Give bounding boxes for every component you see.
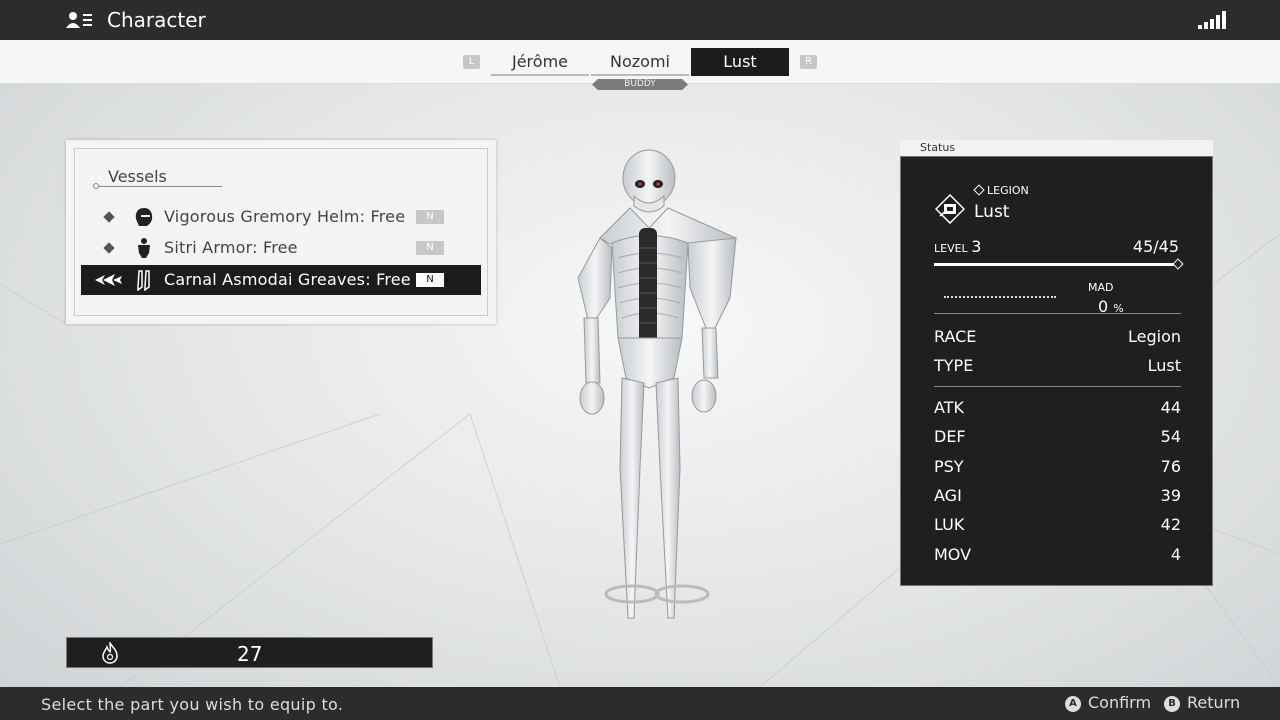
r-shoulder-button[interactable]: R [800,55,817,69]
type-row: TYPE Lust [934,356,1181,380]
character-name: Lust [974,202,1010,222]
stat-value: 76 [1160,457,1181,476]
vessels-panel: Vessels Vigorous Gremory Helm: Free N Si… [66,140,496,324]
hp-value: 45/45 [1132,237,1179,256]
stat-row-mov: MOV 4 [934,545,1181,569]
bullet-diamond-icon [103,242,115,254]
tab-nozomi[interactable]: Nozomi [591,48,689,76]
stat-label: AGI [934,486,962,505]
stat-label: LUK [934,515,965,534]
race-value: Legion [1127,327,1181,346]
help-hint: Select the part you wish to equip to. [41,695,344,714]
race-row: RACE Legion [934,327,1181,351]
buddy-tag: BUDDY [592,79,688,90]
counter-value: 27 [237,642,263,666]
divider [934,386,1181,387]
race-tag: LEGION [973,184,1029,197]
stat-row-def: DEF 54 [934,427,1181,451]
hp-bar [934,263,1178,266]
legion-emblem-icon [935,194,965,224]
new-badge: N [416,210,444,224]
status-title: Status [920,141,956,154]
stat-row-luk: LUK 42 [934,515,1181,539]
status-header: Status [900,140,1213,156]
vessel-item-greaves[interactable]: Carnal Asmodai Greaves: Free N [81,265,481,295]
divider-dot [93,183,99,189]
tab-lust[interactable]: Lust [691,48,789,76]
confirm-label[interactable]: Confirm [1088,693,1151,712]
character-model [577,149,738,619]
stat-row-atk: ATK 44 [934,398,1181,422]
level-label: LEVEL [934,242,968,255]
stat-label: DEF [934,427,966,446]
profile-card-icon [66,12,92,28]
race-tag-label: LEGION [987,184,1029,197]
footer-bar: Select the part you wish to equip to. A … [0,687,1280,720]
counter-bar: 27 [66,637,433,668]
vessels-title: Vessels [108,167,167,186]
a-button-icon[interactable]: A [1065,696,1081,712]
stat-value: 42 [1160,515,1181,534]
vessel-item-armor[interactable]: Sitri Armor: Free N [81,233,481,263]
vessel-label: Carnal Asmodai Greaves: Free [164,270,411,289]
mad-gauge [944,296,1056,298]
helm-icon [135,208,153,226]
bullet-diamond-icon [103,211,115,223]
page-title: Character [107,8,206,32]
stat-label: ATK [934,398,964,417]
stat-value: 54 [1160,427,1181,446]
stat-row-psy: PSY 76 [934,457,1181,481]
level-value: 3 [971,237,982,256]
stat-value: 4 [1170,545,1181,564]
stat-label: MOV [934,545,972,564]
new-badge: N [416,273,444,287]
diamond-icon [973,184,985,196]
stat-value: 39 [1160,486,1181,505]
vessel-label: Sitri Armor: Free [164,238,298,257]
stat-value: 44 [1160,398,1181,417]
return-label[interactable]: Return [1187,693,1240,712]
new-badge: N [416,241,444,255]
flame-icon [102,642,118,664]
selection-pointer-icon [95,274,122,286]
header-bar: Character [0,0,1280,40]
greaves-icon [137,270,150,291]
type-value: Lust [1147,356,1181,375]
vessel-label: Vigorous Gremory Helm: Free [164,207,406,226]
vessel-item-helm[interactable]: Vigorous Gremory Helm: Free N [81,202,481,232]
character-tab-strip: L Jérôme Nozomi Lust R [0,40,1280,84]
signal-bars-icon [1198,11,1226,29]
hp-bar-end-diamond [1172,258,1184,270]
type-label: TYPE [934,356,974,375]
level-readout: LEVEL 3 [934,237,981,256]
status-body: LEGION Lust LEVEL 3 45/45 MAD 0 % RACE L… [900,156,1213,586]
race-label: RACE [934,327,977,346]
b-button-icon[interactable]: B [1164,696,1180,712]
stat-label: PSY [934,457,964,476]
armor-icon [138,238,150,258]
divider [96,186,222,187]
divider [934,313,1181,314]
stat-row-agi: AGI 39 [934,486,1181,510]
l-shoulder-button[interactable]: L [463,55,480,69]
status-panel: Status LEGION Lust LEVEL 3 45/45 MAD 0 %… [900,140,1213,586]
mad-label: MAD [1088,281,1114,294]
tab-jerome[interactable]: Jérôme [491,48,589,76]
